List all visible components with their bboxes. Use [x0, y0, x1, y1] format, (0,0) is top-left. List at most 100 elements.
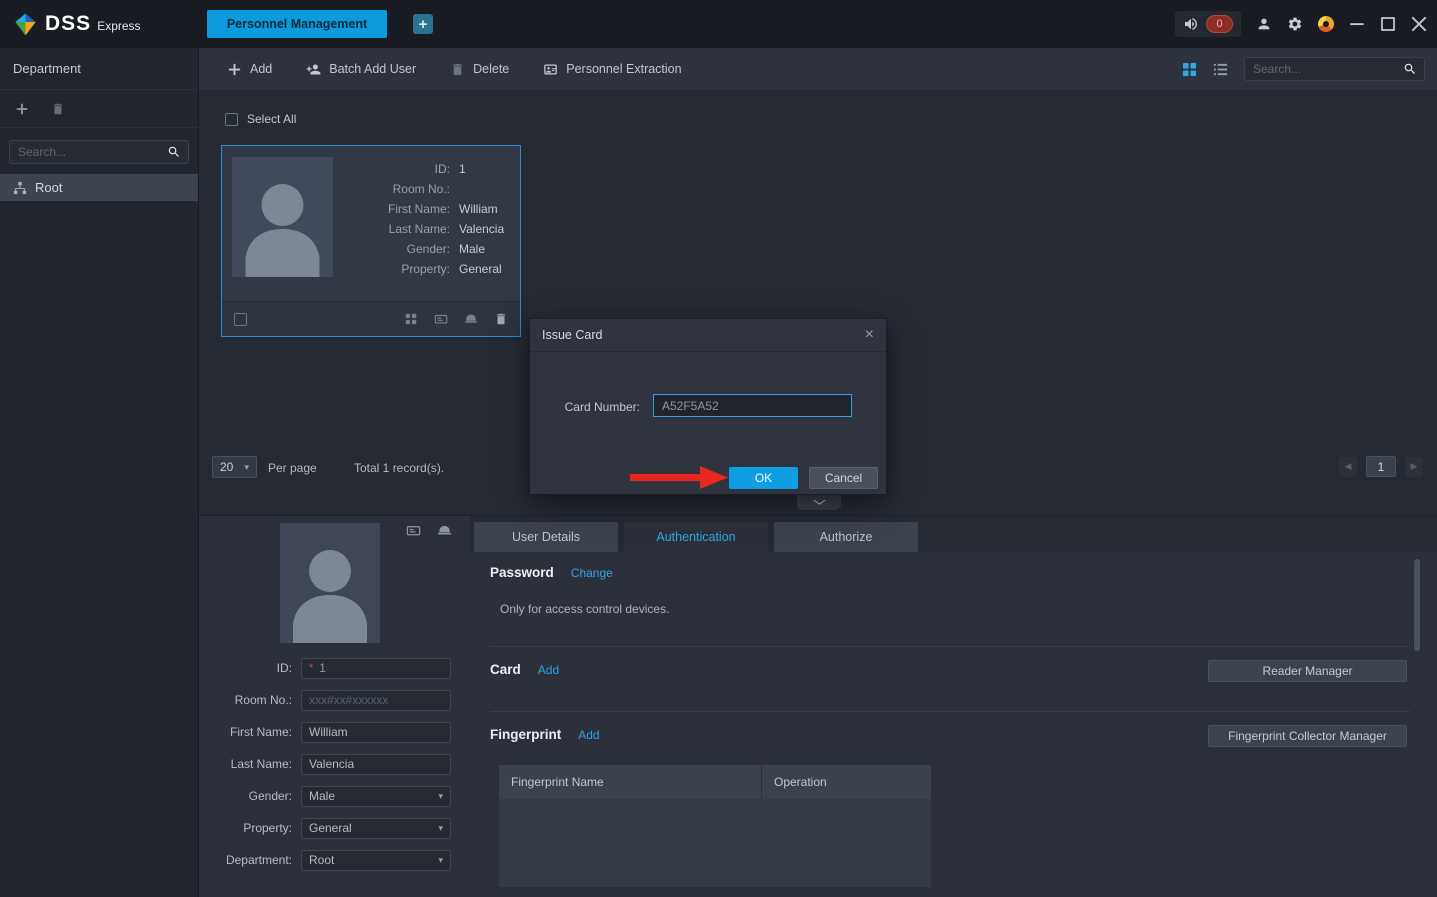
department-sidebar: Department Root	[0, 48, 199, 897]
add-department-icon[interactable]	[15, 102, 29, 116]
maximize-button[interactable]	[1380, 16, 1396, 32]
card-checkbox[interactable]	[234, 313, 247, 326]
close-icon[interactable]: ×	[865, 327, 874, 343]
gender-value: Male	[309, 789, 335, 803]
personnel-search-input[interactable]	[1245, 62, 1396, 76]
card-section-header: Card Add	[490, 662, 559, 677]
department-search	[9, 140, 189, 164]
fingerprint-section-header: Fingerprint Add	[490, 727, 600, 742]
personnel-extraction-label: Personnel Extraction	[566, 62, 681, 76]
cancel-button[interactable]: Cancel	[809, 467, 878, 489]
helmet-icon[interactable]	[437, 523, 452, 538]
last-name-field[interactable]	[301, 754, 451, 775]
personnel-search	[1244, 57, 1425, 81]
per-page-select[interactable]: 20 ▾	[212, 456, 257, 478]
section-divider	[490, 711, 1410, 712]
form-row-last-name: Last Name:	[199, 753, 461, 775]
tab-authorize[interactable]: Authorize	[774, 522, 918, 552]
select-all-checkbox[interactable]	[225, 113, 238, 126]
user-icon[interactable]	[1256, 16, 1272, 32]
scrollbar-thumb[interactable]	[1414, 559, 1420, 651]
field-label: Last Name:	[340, 222, 450, 236]
brand-name: DSS	[45, 12, 91, 36]
close-button[interactable]	[1411, 16, 1427, 32]
per-page-label: Per page	[268, 461, 317, 475]
gender-select[interactable]: Male ▾	[301, 786, 451, 807]
person-card-fields: ID: 1 Room No.: First Name: William Last…	[340, 159, 514, 279]
delete-button[interactable]: Delete	[450, 62, 509, 77]
person-detail-form: ID: * 1 Room No.: First Name: Last Name:…	[199, 657, 461, 881]
delete-department-icon[interactable]	[51, 102, 65, 116]
department-select[interactable]: Root ▾	[301, 850, 451, 871]
prev-page-button[interactable]: ◀	[1339, 457, 1357, 477]
select-all-control[interactable]: Select All	[225, 112, 296, 126]
card-number-label: Card Number:	[542, 400, 640, 414]
card-number-input[interactable]	[653, 394, 852, 417]
department-search-input[interactable]	[10, 145, 160, 159]
gear-icon[interactable]	[1287, 16, 1303, 32]
add-button[interactable]: Add	[227, 62, 272, 77]
tab-user-details[interactable]: User Details	[474, 522, 618, 552]
reader-manager-button[interactable]: Reader Manager	[1208, 660, 1407, 682]
property-select[interactable]: General ▾	[301, 818, 451, 839]
sidebar-item-root[interactable]: Root	[0, 174, 198, 201]
add-card-link[interactable]: Add	[538, 663, 559, 677]
form-row-property: Property: General ▾	[199, 817, 461, 839]
alarm-center-button[interactable]: 0	[1175, 11, 1241, 37]
detail-avatar[interactable]	[280, 523, 380, 643]
property-value: General	[309, 821, 352, 835]
id-field[interactable]: * 1	[301, 658, 451, 679]
card-field-row: Gender: Male	[340, 239, 514, 259]
sidebar-title: Department	[0, 48, 198, 90]
personnel-toolbar: Add Batch Add User Delete Personnel Extr…	[199, 48, 1437, 90]
per-page-value: 20	[220, 460, 233, 474]
password-title: Password	[490, 565, 554, 580]
add-fingerprint-link[interactable]: Add	[578, 728, 599, 742]
column-header-operation: Operation	[762, 765, 931, 799]
grid-view-icon[interactable]	[1182, 62, 1197, 77]
department-icon	[13, 181, 27, 195]
list-view-icon[interactable]	[1213, 62, 1228, 77]
authorize-icon[interactable]	[404, 312, 418, 326]
first-name-field[interactable]	[301, 722, 451, 743]
batch-add-user-button[interactable]: Batch Add User	[306, 62, 416, 77]
id-value: 1	[319, 661, 326, 675]
new-tab-button[interactable]: +	[413, 14, 433, 34]
search-icon[interactable]	[160, 145, 188, 159]
tab-authentication[interactable]: Authentication	[624, 522, 768, 552]
chevron-down-icon: ▾	[438, 791, 443, 802]
ok-button[interactable]: OK	[729, 467, 798, 489]
search-icon[interactable]	[1396, 62, 1424, 76]
room-no-field[interactable]	[301, 690, 451, 711]
next-page-button[interactable]: ▶	[1405, 457, 1423, 477]
detail-avatar-actions	[406, 523, 452, 538]
card-action-icons	[404, 312, 508, 326]
chevron-down-icon: ▾	[438, 823, 443, 834]
person-detail-panel: ID: * 1 Room No.: First Name: Last Name:…	[199, 515, 1437, 897]
person-card[interactable]: ID: 1 Room No.: First Name: William Last…	[221, 145, 521, 337]
form-row-first-name: First Name:	[199, 721, 461, 743]
dialog-title: Issue Card	[542, 328, 602, 342]
field-value: Valencia	[459, 222, 504, 236]
personnel-extraction-button[interactable]: Personnel Extraction	[543, 62, 681, 77]
minimize-button[interactable]	[1349, 16, 1365, 32]
app-logo: DSS Express	[12, 0, 141, 48]
current-page-button[interactable]: 1	[1366, 456, 1396, 477]
titlebar-actions: 0	[1175, 0, 1427, 48]
id-card-icon	[543, 62, 558, 77]
fingerprint-collector-manager-button[interactable]: Fingerprint Collector Manager	[1208, 725, 1407, 747]
issue-card-icon[interactable]	[434, 312, 448, 326]
field-label: Last Name:	[199, 757, 292, 771]
collapse-detail-panel-button[interactable]	[797, 494, 841, 510]
resource-monitor-icon[interactable]	[1318, 16, 1334, 32]
delete-person-icon[interactable]	[494, 312, 508, 326]
issue-card-icon[interactable]	[406, 523, 421, 538]
section-divider	[490, 646, 1410, 647]
tab-personnel-management[interactable]: Personnel Management	[207, 10, 387, 38]
field-label: First Name:	[199, 725, 292, 739]
helmet-icon[interactable]	[464, 312, 478, 326]
chevron-down-icon	[813, 499, 826, 506]
plus-icon: +	[419, 16, 428, 33]
form-row-id: ID: * 1	[199, 657, 461, 679]
change-password-link[interactable]: Change	[571, 566, 613, 580]
